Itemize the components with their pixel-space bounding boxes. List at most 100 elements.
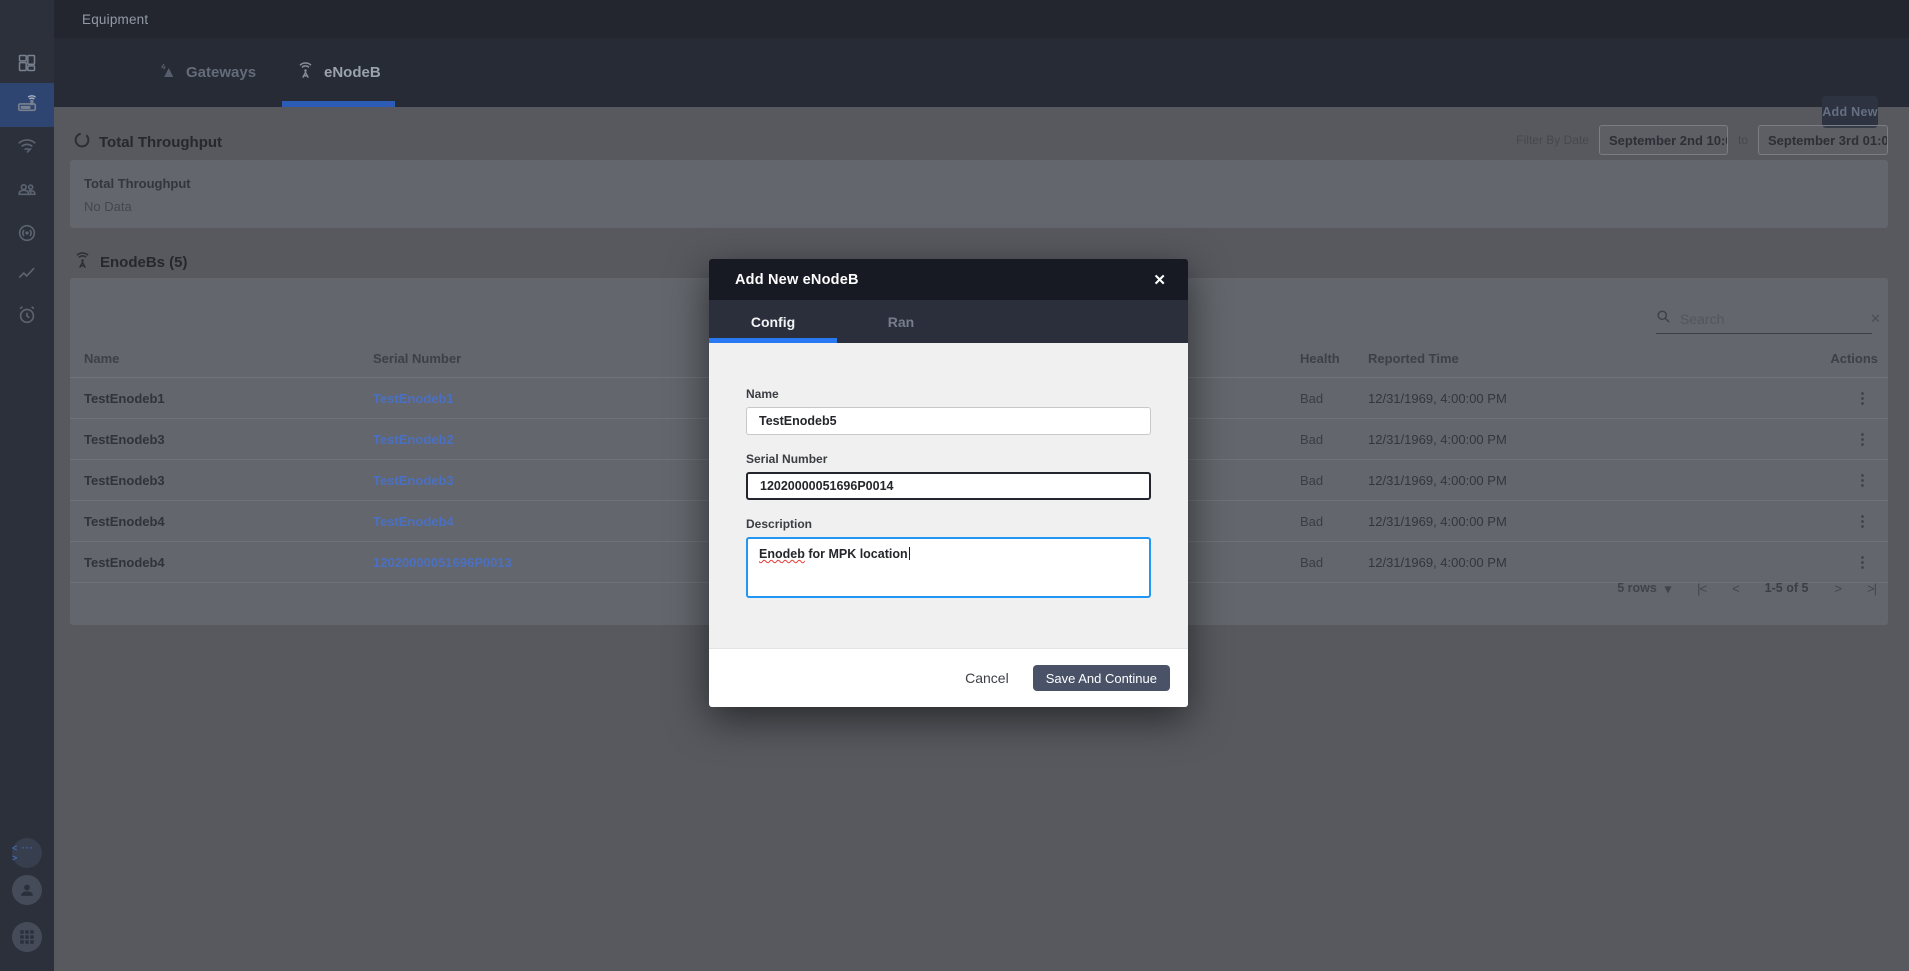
col-header-health: Health [1300, 351, 1368, 366]
dashboard-icon [17, 53, 37, 78]
enodeb-name: TestEnodeb4 [84, 555, 373, 570]
enodebs-section-header: EnodeBs (5) [73, 251, 188, 274]
page-title: Equipment [82, 12, 148, 27]
date-to-value: September 3rd 01:02 [1768, 133, 1888, 148]
modal-tab-config[interactable]: Config [709, 300, 837, 343]
api-code-icon[interactable]: < ··· > [12, 838, 42, 868]
modal-tabbar: Config Ran [709, 300, 1188, 343]
api-code-glyph: < ··· > [12, 843, 42, 863]
active-tab-underline [282, 101, 395, 107]
tab-gateways-label: Gateways [186, 64, 256, 81]
add-enodeb-modal: Add New eNodeB ✕ Config Ran Name Serial … [709, 259, 1188, 707]
radio-target-icon [16, 222, 38, 249]
to-label: to [1738, 133, 1748, 147]
antenna-icon [296, 61, 315, 84]
rows-per-page-select[interactable]: 5 rows ▾ [1617, 581, 1671, 596]
name-input[interactable] [746, 407, 1151, 435]
alarm-clock-icon [16, 304, 38, 331]
modal-tab-ran[interactable]: Ran [837, 300, 965, 343]
row-actions-menu-icon[interactable]: ⋮ [1828, 512, 1888, 530]
date-from-value: September 2nd 10:02 [1609, 133, 1728, 148]
enodeb-health: Bad [1300, 514, 1368, 529]
antenna-icon [73, 251, 92, 274]
col-header-reported: Reported Time [1368, 351, 1828, 366]
date-to-input[interactable]: September 3rd 01:02 [1758, 125, 1888, 155]
serial-field-group: Serial Number [746, 452, 1151, 500]
modal-tab-config-label: Config [751, 314, 795, 330]
last-page-icon[interactable]: >| [1867, 581, 1876, 596]
description-textarea[interactable]: Enodeb for MPK location [746, 537, 1151, 598]
modal-header: Add New eNodeB ✕ [709, 259, 1188, 300]
tab-enodeb-label: eNodeB [324, 64, 381, 81]
cancel-button[interactable]: Cancel [965, 670, 1009, 686]
line-chart-icon [16, 262, 38, 289]
wifi-icon [16, 135, 38, 162]
left-sidebar: < ··· > [0, 0, 54, 971]
search-input[interactable] [1680, 311, 1861, 327]
serial-number-input[interactable] [746, 472, 1151, 500]
enodeb-health: Bad [1300, 391, 1368, 406]
serial-field-label: Serial Number [746, 452, 1151, 466]
row-actions-menu-icon[interactable]: ⋮ [1828, 389, 1888, 407]
modal-title: Add New eNodeB [735, 272, 859, 288]
modal-active-tab-underline [709, 338, 837, 343]
row-actions-menu-icon[interactable]: ⋮ [1828, 471, 1888, 489]
row-actions-menu-icon[interactable]: ⋮ [1828, 430, 1888, 448]
caret-down-icon: ▾ [1665, 581, 1671, 596]
apps-grid-icon[interactable] [12, 922, 42, 952]
save-and-continue-button[interactable]: Save And Continue [1033, 665, 1170, 691]
modal-tab-ran-label: Ran [888, 314, 914, 330]
enodeb-health: Bad [1300, 473, 1368, 488]
rows-per-page-value: 5 rows [1617, 581, 1657, 595]
prev-page-icon[interactable]: < [1732, 581, 1739, 596]
top-header-bar: Equipment [54, 0, 1909, 38]
description-field-group: Description Enodeb for MPK location [746, 517, 1151, 598]
close-icon[interactable]: ✕ [1153, 271, 1166, 289]
clear-search-icon[interactable]: ✕ [1870, 311, 1881, 327]
sidebar-item-metrics[interactable] [0, 253, 54, 297]
filter-by-date-row: Filter By Date September 2nd 10:02 to Se… [1516, 125, 1888, 155]
sidebar-item-equipment[interactable] [0, 83, 54, 127]
throughput-no-data: No Data [84, 199, 1888, 214]
sidebar-item-network[interactable] [0, 126, 54, 170]
description-field-label: Description [746, 517, 1151, 531]
tab-enodeb[interactable]: eNodeB [296, 38, 381, 107]
enodeb-name: TestEnodeb3 [84, 473, 373, 488]
sidebar-item-alerts[interactable] [0, 295, 54, 339]
sidebar-item-subscribers[interactable] [0, 169, 54, 213]
modal-body: Name Serial Number Description Enodeb fo… [709, 343, 1188, 648]
sidebar-item-tracing[interactable] [0, 213, 54, 257]
enodeb-health: Bad [1300, 555, 1368, 570]
enodeb-reported-time: 12/31/1969, 4:00:00 PM [1368, 473, 1828, 488]
loader-circle-icon [73, 131, 91, 153]
text-cursor [909, 547, 911, 560]
cell-tower-icon [159, 62, 177, 84]
equipment-tabbar: Gateways eNodeB Add New [54, 38, 1909, 107]
enodeb-name: TestEnodeb4 [84, 514, 373, 529]
account-icon[interactable] [12, 875, 42, 905]
next-page-icon[interactable]: > [1834, 581, 1841, 596]
enodeb-name: TestEnodeb3 [84, 432, 373, 447]
enodeb-reported-time: 12/31/1969, 4:00:00 PM [1368, 514, 1828, 529]
add-new-button[interactable]: Add New [1822, 96, 1878, 128]
first-page-icon[interactable]: |< [1697, 581, 1706, 596]
enodebs-section-title: EnodeBs (5) [100, 254, 188, 271]
throughput-card-title: Total Throughput [84, 176, 1888, 191]
app-root: Equipment Gateways eNodeB Add New [0, 0, 1909, 971]
col-header-actions: Actions [1828, 351, 1888, 366]
table-pagination: 5 rows ▾ |< < 1-5 of 5 > >| [1617, 567, 1876, 609]
modal-footer: Cancel Save And Continue [709, 648, 1188, 707]
throughput-card: Total Throughput No Data [70, 160, 1888, 228]
router-icon [16, 92, 38, 119]
enodeb-name: TestEnodeb1 [84, 391, 373, 406]
add-new-button-label: Add New [1822, 105, 1878, 119]
enodeb-health: Bad [1300, 432, 1368, 447]
tab-gateways[interactable]: Gateways [159, 38, 256, 107]
description-rest-text: for MPK location [805, 547, 908, 561]
pagination-range: 1-5 of 5 [1765, 581, 1809, 595]
sidebar-item-dashboard[interactable] [0, 43, 54, 87]
date-from-input[interactable]: September 2nd 10:02 [1599, 125, 1728, 155]
throughput-section-header: Total Throughput [73, 131, 222, 153]
table-search: ✕ [1656, 304, 1872, 334]
col-header-name: Name [84, 351, 373, 366]
